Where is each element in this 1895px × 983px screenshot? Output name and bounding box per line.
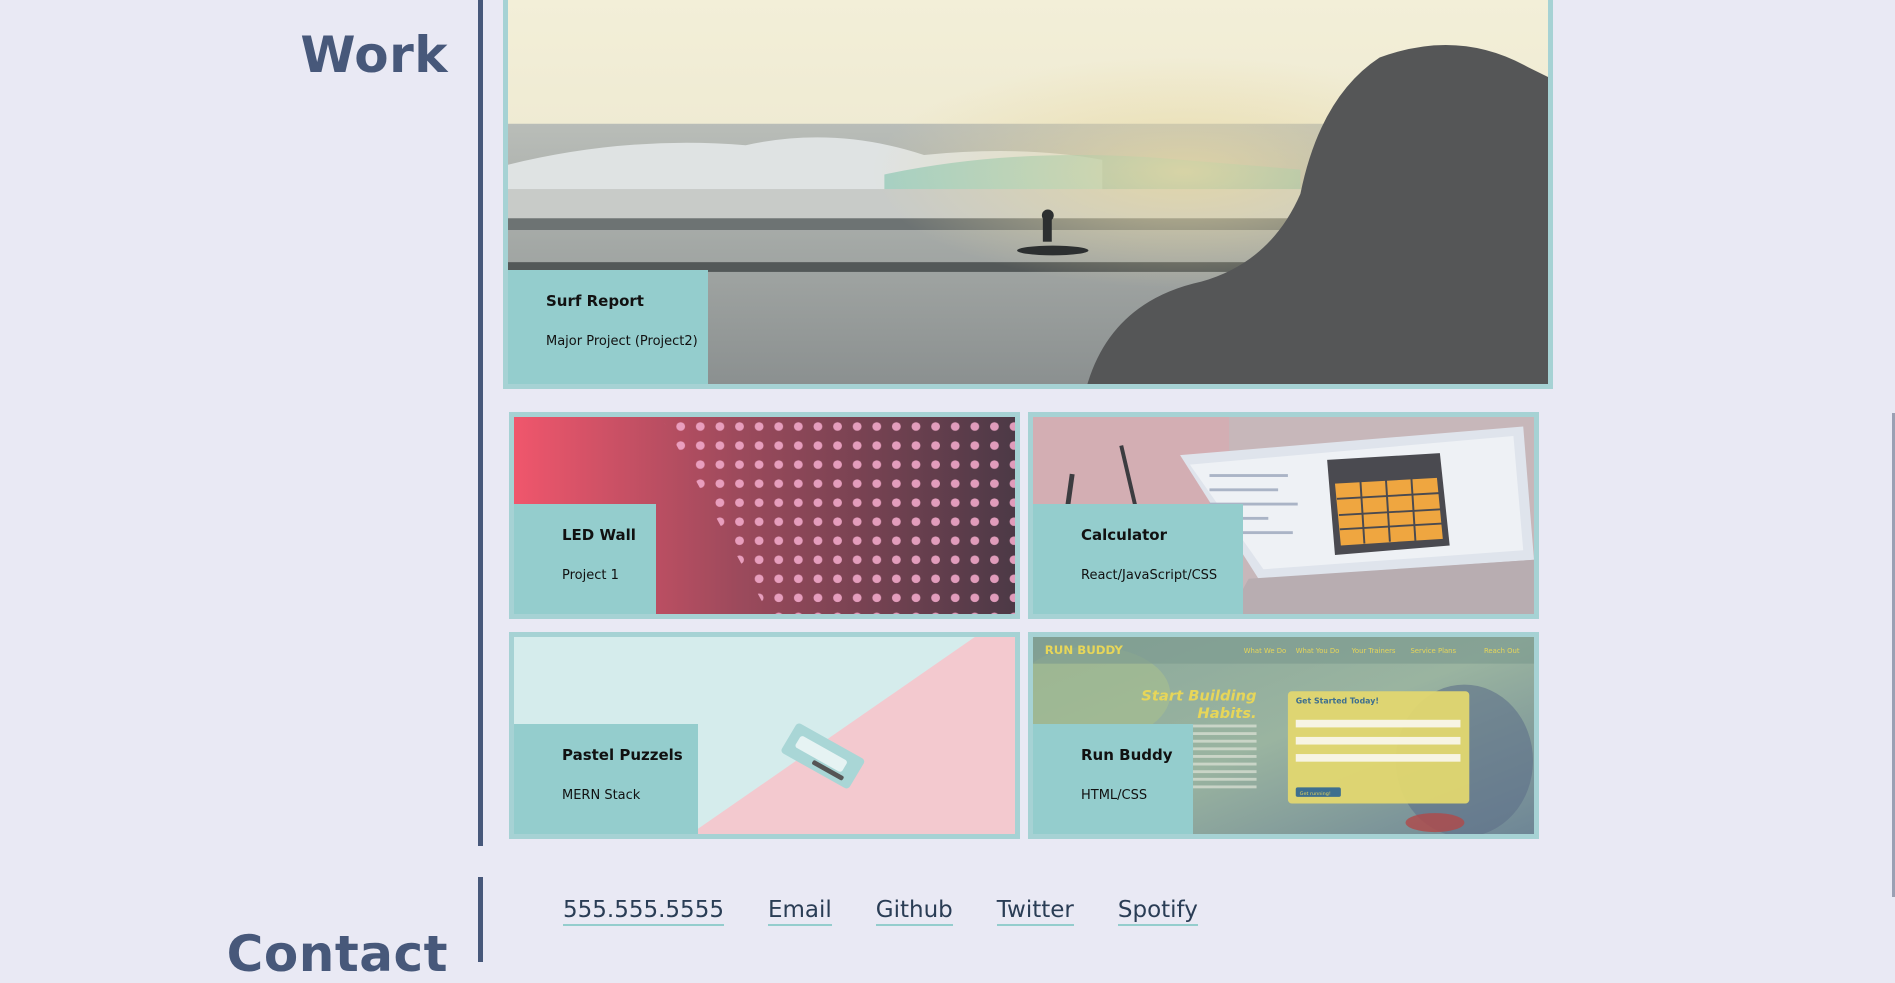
contact-divider (478, 877, 483, 962)
project-label-led-wall: LED Wall Project 1 (514, 504, 656, 614)
contact-links: 555.555.5555 Email Github Twitter Spotif… (563, 897, 1198, 926)
run-buddy-nav-3: Your Trainers (1351, 647, 1396, 655)
github-link[interactable]: Github (875, 897, 953, 926)
project-title: Pastel Puzzels (562, 746, 683, 764)
run-buddy-headline-1: Start Building (1141, 689, 1256, 705)
project-subtitle: Major Project (Project2) (546, 334, 698, 349)
run-buddy-nav-4: Service Plans (1410, 647, 1456, 655)
work-heading: Work (300, 26, 448, 84)
project-subtitle: Project 1 (562, 568, 619, 583)
spotify-link[interactable]: Spotify (1117, 897, 1198, 926)
run-buddy-brand: RUN BUDDY (1045, 643, 1124, 657)
run-buddy-form-title: Get Started Today! (1296, 697, 1379, 706)
project-label-calculator: Calculator React/JavaScript/CSS (1033, 504, 1243, 614)
project-card-pastel-puzzels[interactable]: Pastel Puzzels MERN Stack (509, 632, 1020, 839)
project-card-led-wall[interactable]: LED Wall Project 1 (509, 412, 1020, 619)
run-buddy-headline-2: Habits. (1197, 706, 1256, 722)
project-card-run-buddy[interactable]: RUN BUDDY What We Do What You Do Your Tr… (1028, 632, 1539, 839)
run-buddy-form-button: Get running! (1300, 791, 1331, 797)
project-label-pastel-puzzels: Pastel Puzzels MERN Stack (514, 724, 698, 834)
work-divider (478, 0, 483, 846)
project-card-calculator[interactable]: Calculator React/JavaScript/CSS (1028, 412, 1539, 619)
run-buddy-nav-5: Reach Out (1484, 647, 1520, 655)
run-buddy-nav-1: What We Do (1244, 647, 1286, 655)
project-subtitle: HTML/CSS (1081, 788, 1148, 803)
project-subtitle: React/JavaScript/CSS (1081, 568, 1218, 583)
project-label-surf-report: Surf Report Major Project (Project2) (508, 270, 708, 384)
phone-link[interactable]: 555.555.5555 (563, 897, 724, 926)
project-title: Calculator (1081, 526, 1167, 544)
project-title: Surf Report (546, 292, 644, 310)
email-link[interactable]: Email (767, 897, 832, 926)
run-buddy-nav-2: What You Do (1296, 647, 1340, 655)
project-card-surf-report[interactable]: Surf Report Major Project (Project2) (503, 0, 1553, 389)
twitter-link[interactable]: Twitter (996, 897, 1074, 926)
project-label-run-buddy: Run Buddy HTML/CSS (1033, 724, 1193, 834)
project-title: Run Buddy (1081, 746, 1173, 764)
contact-heading: Contact (226, 925, 448, 983)
project-title: LED Wall (562, 526, 636, 544)
project-subtitle: MERN Stack (562, 788, 641, 803)
